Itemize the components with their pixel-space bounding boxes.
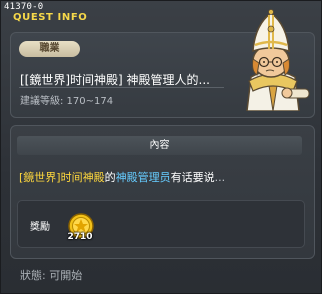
category-badge: 職業 <box>19 41 80 57</box>
content-segment: ... <box>214 171 226 184</box>
content-header: 內容 <box>17 136 302 155</box>
divider <box>19 87 224 88</box>
reward-label: 獎勵 <box>30 222 50 233</box>
content-segment: 有话要说 <box>170 171 215 184</box>
quest-status: 狀態: 可開始 <box>20 269 83 282</box>
quest-info-window: 41370-0 QUEST INFO 職業 [[鏡世界]时间神殿] 神殿管理人的… <box>0 0 322 294</box>
quest-name: [[鏡世界]时间神殿] 神殿管理人的... <box>20 73 210 87</box>
reward-panel <box>17 200 305 248</box>
content-segment: [鏡世界]时间神殿 <box>19 171 105 184</box>
npc-portrait <box>246 9 310 111</box>
quest-id: 41370-0 <box>4 2 44 12</box>
reward-quantity: 2710 <box>67 232 93 242</box>
content-segment: 的 <box>104 171 116 184</box>
content-segment: 神殿管理员 <box>115 171 171 184</box>
content-text: [鏡世界]时间神殿的神殿管理员有话要说... <box>19 169 225 185</box>
recommended-level: 建議等級: 170~174 <box>20 96 114 107</box>
window-title: QUEST INFO <box>13 12 88 23</box>
